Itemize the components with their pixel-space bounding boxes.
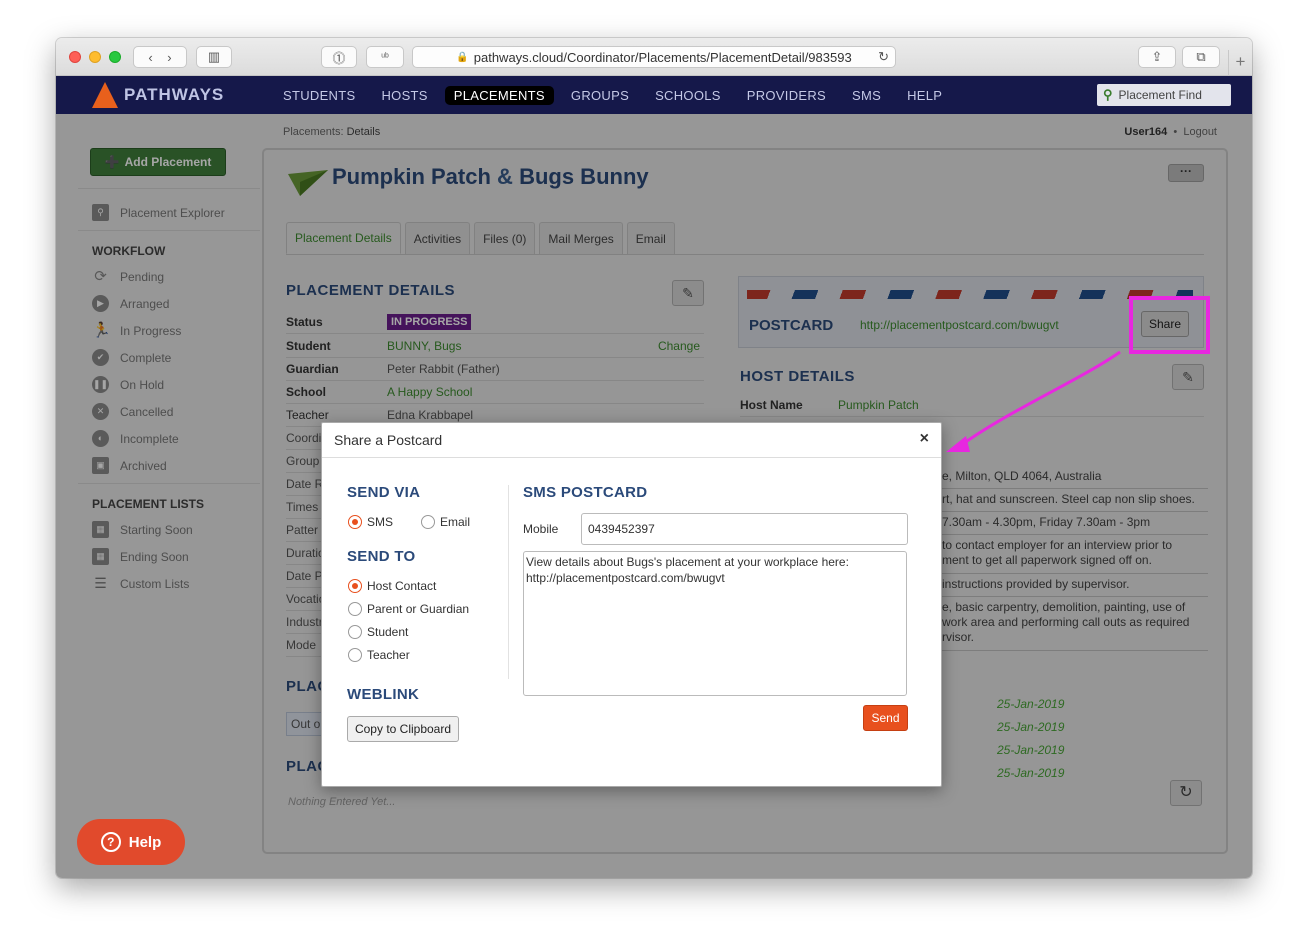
radio-label: Host Contact [367, 579, 437, 593]
flame-icon [92, 82, 118, 108]
back-icon[interactable]: ‹ [148, 50, 152, 65]
password-extension-button[interactable]: ⓵ [321, 46, 357, 68]
radio-empty-icon [348, 648, 362, 662]
sidebar-icon: ▥ [207, 49, 221, 64]
lock-icon: 🔒 [456, 51, 469, 63]
send-to-host-contact-radio[interactable]: Host Contact [348, 579, 436, 593]
nav-groups[interactable]: GROUPS [562, 86, 638, 105]
radio-label: Student [367, 625, 409, 639]
search-icon: ⚲ [1103, 87, 1113, 102]
share-icon: ⇪ [1151, 49, 1163, 64]
nav-help[interactable]: HELP [898, 86, 951, 105]
back-forward-buttons[interactable]: ‹ › [133, 46, 187, 68]
host-row-address: e, Milton, QLD 4064, Australia [942, 466, 1208, 489]
activity-date: 25-Jan-2019 [997, 720, 1065, 734]
host-row-contact: to contact employer for an interview pri… [942, 535, 1208, 574]
question-icon: ? [100, 832, 121, 852]
host-row-instructions: instructions provided by supervisor. [942, 574, 1208, 597]
url-text: pathways.cloud/Coordinator/Placements/Pl… [473, 49, 852, 65]
help-button[interactable]: ? Help [77, 819, 185, 865]
nav-students[interactable]: STUDENTS [274, 86, 364, 105]
mobile-label: Mobile [523, 522, 559, 536]
radio-label: Teacher [367, 648, 410, 662]
activity-date: 25-Jan-2019 [997, 766, 1065, 780]
window-zoom-button[interactable] [109, 51, 121, 63]
share-postcard-dialog: Share a Postcard × SEND VIA SMS Email SE… [321, 422, 942, 787]
dialog-divider [508, 485, 509, 679]
host-row-dress: rt, hat and sunscreen. Steel cap non sli… [942, 489, 1208, 512]
send-to-parent-radio[interactable]: Parent or Guardian [348, 602, 469, 616]
window-minimize-button[interactable] [89, 51, 101, 63]
send-via-heading: SEND VIA [347, 484, 421, 501]
ublock-icon: ᵘᵇ [381, 51, 389, 63]
sms-postcard-heading: SMS POSTCARD [523, 484, 648, 501]
placement-find-input[interactable]: ⚲ Placement Find [1097, 84, 1231, 106]
send-via-email-radio[interactable]: Email [421, 515, 470, 529]
radio-empty-icon [421, 515, 435, 529]
reload-icon[interactable]: ↻ [878, 49, 889, 65]
sidebar-toggle-button[interactable]: ▥ [196, 46, 232, 68]
dialog-title: Share a Postcard [334, 432, 443, 448]
address-bar[interactable]: 🔒 pathways.cloud/Coordinator/Placements/… [412, 46, 896, 68]
nav-sms[interactable]: SMS [843, 86, 890, 105]
radio-label: Parent or Guardian [367, 602, 470, 616]
pathways-logo[interactable]: PATHWAYS [92, 82, 224, 108]
send-button[interactable]: Send [863, 705, 908, 731]
host-details-visible-fragments: e, Milton, QLD 4064, Australia rt, hat a… [942, 466, 1208, 651]
forward-icon[interactable]: › [167, 50, 171, 65]
send-to-teacher-radio[interactable]: Teacher [348, 648, 410, 662]
tabs-overview-button[interactable]: ⧉ [1182, 46, 1220, 68]
activity-date: 25-Jan-2019 [997, 697, 1065, 711]
tabs-icon: ⧉ [1196, 49, 1206, 64]
main-menu: STUDENTS HOSTS PLACEMENTS GROUPS SCHOOLS… [274, 86, 959, 105]
brand-name: PATHWAYS [124, 85, 225, 104]
copy-to-clipboard-button[interactable]: Copy to Clipboard [347, 716, 459, 742]
send-to-heading: SEND TO [347, 548, 416, 565]
share-highlight-box [1129, 296, 1210, 354]
nav-placements[interactable]: PLACEMENTS [444, 86, 554, 105]
share-page-button[interactable]: ⇪ [1138, 46, 1176, 68]
radio-label: SMS [367, 515, 394, 529]
window-close-button[interactable] [69, 51, 81, 63]
send-to-student-radio[interactable]: Student [348, 625, 408, 639]
send-via-sms-radio[interactable]: SMS [348, 515, 393, 529]
host-row-hours: 7.30am - 4.30pm, Friday 7.30am - 3pm [942, 512, 1208, 535]
dialog-header: Share a Postcard × [322, 423, 941, 458]
radio-label: Email [440, 515, 471, 529]
radio-empty-icon [348, 602, 362, 616]
browser-toolbar: ‹ › ▥ ⓵ ᵘᵇ 🔒 pathways.cloud/Coordinator/… [56, 38, 1252, 76]
weblink-heading: WEBLINK [347, 686, 420, 703]
app-navbar: PATHWAYS STUDENTS HOSTS PLACEMENTS GROUP… [56, 76, 1252, 114]
plus-icon: + [1235, 52, 1246, 71]
new-tab-button[interactable]: + [1228, 50, 1252, 76]
radio-selected-icon [348, 579, 362, 593]
sms-message-textarea[interactable]: View details about Bugs's placement at y… [523, 551, 907, 696]
close-icon[interactable]: × [920, 430, 929, 448]
radio-selected-icon [348, 515, 362, 529]
placement-find-placeholder: Placement Find [1118, 88, 1202, 102]
ublock-extension-button[interactable]: ᵘᵇ [366, 46, 404, 68]
nav-providers[interactable]: PROVIDERS [738, 86, 835, 105]
radio-empty-icon [348, 625, 362, 639]
mobile-field[interactable] [581, 513, 908, 545]
nav-hosts[interactable]: HOSTS [372, 86, 436, 105]
nav-schools[interactable]: SCHOOLS [646, 86, 730, 105]
help-label: Help [128, 833, 162, 851]
activity-date: 25-Jan-2019 [997, 743, 1065, 757]
password-icon: ⓵ [332, 50, 346, 66]
host-row-tasks: e, basic carpentry, demolition, painting… [942, 597, 1208, 651]
